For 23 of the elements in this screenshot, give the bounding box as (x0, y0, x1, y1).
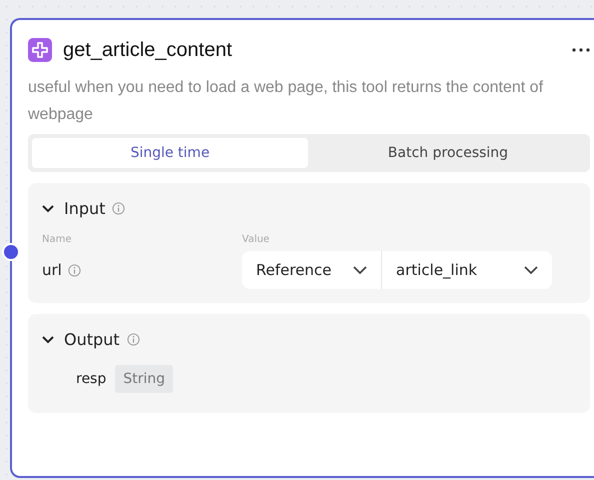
mode-tab[interactable]: Batch processing (310, 138, 586, 168)
more-options-icon[interactable] (572, 48, 590, 52)
source-dropdown[interactable]: Reference (242, 251, 382, 289)
info-icon (126, 333, 140, 346)
connection-handle[interactable] (2, 243, 20, 261)
column-header: Value (242, 234, 270, 245)
section-title: Output (64, 330, 120, 349)
node-title: get_article_content (63, 38, 232, 62)
column-header: Name (42, 234, 73, 245)
section-title: Input (64, 199, 106, 218)
type-tag: String (115, 365, 174, 393)
caret-icon (524, 266, 538, 274)
param-name: url (42, 261, 62, 279)
caret-icon (353, 266, 367, 274)
mode-tab[interactable]: Single time (32, 138, 308, 168)
plugin-icon (28, 38, 52, 62)
info-icon (68, 264, 81, 276)
node-description: useful when you need to load a web page, this tool returns the content of webpage (28, 78, 544, 125)
chevron-icon[interactable] (42, 336, 54, 344)
info-icon (112, 202, 126, 215)
chevron-icon[interactable] (42, 204, 54, 212)
value-dropdown[interactable]: article_link (382, 251, 552, 289)
output-name: resp (76, 371, 106, 387)
